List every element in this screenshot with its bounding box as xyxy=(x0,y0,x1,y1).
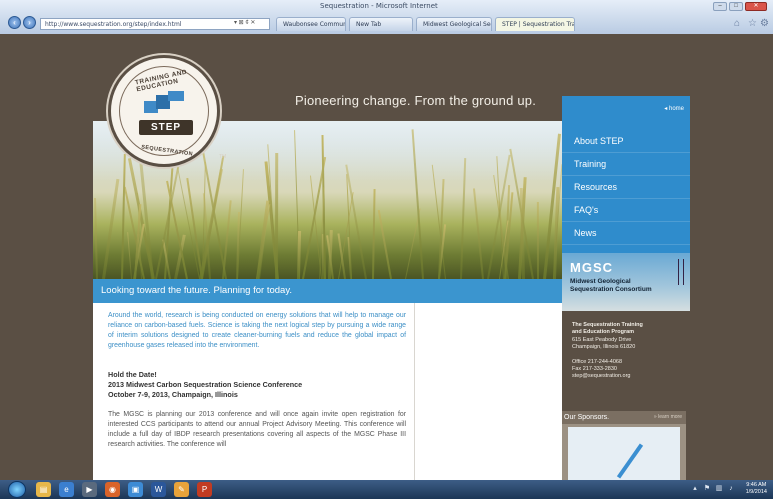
main-content: Around the world, research is being cond… xyxy=(93,303,562,480)
clock-date: 1/9/2014 xyxy=(745,489,767,495)
mgsc-subtitle-2: Sequestration Consortium xyxy=(570,286,652,293)
grass-blade xyxy=(127,232,133,279)
tab-strip: Waubonsee Community Colle... New Tab Mid… xyxy=(276,17,575,31)
nav-item-news[interactable]: News xyxy=(562,222,690,245)
sidebar-nav: ◂ home About STEP Training Resources FAQ… xyxy=(562,103,690,253)
sponsors-header: Our Sponsors. » learn more xyxy=(562,411,686,424)
tab-mgsc[interactable]: Midwest Geological Sequestrati... xyxy=(416,17,492,31)
conference-body: The MGSC is planning our 2013 conference… xyxy=(108,411,406,448)
mgsc-banner[interactable]: MGSC Midwest Geological Sequestration Co… xyxy=(562,253,690,311)
flag-icon[interactable]: ⚑ xyxy=(703,485,711,493)
firefox-icon[interactable]: ◉ xyxy=(105,482,120,497)
arrow-icon xyxy=(616,443,644,479)
clock[interactable]: 9:46 AM 1/9/2014 xyxy=(746,482,767,496)
logo-name: STEP xyxy=(139,120,193,135)
taskbar-icons: ▤ e ▶ ◉ ▣ W ✎ P xyxy=(36,482,212,497)
step-logo[interactable]: TRAINING AND EDUCATION STEP SEQUESTRATIO… xyxy=(108,55,226,167)
nav-buttons: ‹ › xyxy=(8,16,36,29)
grass-blade xyxy=(536,201,539,279)
address-tools[interactable]: ▾ ⊠ ¢ ✕ xyxy=(234,19,255,26)
drill-rig-icon xyxy=(678,259,684,285)
home-link[interactable]: ◂ home xyxy=(664,105,684,112)
gear-icon[interactable]: ⚙ xyxy=(760,18,771,29)
tray-arrow-icon[interactable]: ▴ xyxy=(691,485,699,493)
title-bar: Sequestration - Microsoft Internet – □ ✕ xyxy=(0,0,773,16)
browser-chrome: Sequestration - Microsoft Internet – □ ✕… xyxy=(0,0,773,34)
volume-icon[interactable]: ♪ xyxy=(727,485,735,493)
grass-blade xyxy=(256,200,270,279)
nav-item-resources[interactable]: Resources xyxy=(562,176,690,199)
sponsor-image[interactable] xyxy=(568,427,680,480)
address-line3: 615 East Peabody Drive xyxy=(572,336,632,343)
clock-time: 9:46 AM xyxy=(746,482,767,488)
close-button[interactable]: ✕ xyxy=(745,2,767,11)
conference-date: October 7-9, 2013, Champaign, Illinois xyxy=(108,390,238,399)
word-icon[interactable]: W xyxy=(151,482,166,497)
paint-icon[interactable]: ✎ xyxy=(174,482,189,497)
folder-icon[interactable]: ▤ xyxy=(36,482,51,497)
taskbar: ▤ e ▶ ◉ ▣ W ✎ P ▴ ⚑ ▥ ♪ 9:46 AM 1/9/2014 xyxy=(0,480,773,499)
fax-number: Fax 217-333-2830 xyxy=(572,366,617,373)
forward-arrow-icon[interactable]: › xyxy=(23,16,36,29)
mgsc-title: MGSC xyxy=(570,260,613,275)
hold-date-heading: Hold the Date! xyxy=(108,370,157,379)
home-link-label: home xyxy=(668,106,684,112)
start-button[interactable] xyxy=(8,481,26,498)
grass-blade xyxy=(222,200,232,279)
nav-item-about[interactable]: About STEP xyxy=(562,130,690,153)
tagline-banner: Looking toward the future. Planning for … xyxy=(93,279,562,303)
nav-item-training[interactable]: Training xyxy=(562,153,690,176)
grass-blade xyxy=(472,188,484,279)
ie-icon[interactable]: e xyxy=(59,482,74,497)
grass-blade xyxy=(372,188,376,279)
network-icon[interactable]: ▥ xyxy=(715,485,723,493)
grass-blade xyxy=(102,178,120,279)
contact-address: The Sequestration Training and Education… xyxy=(572,322,690,381)
remote-icon[interactable]: ▣ xyxy=(128,482,143,497)
address-line4: Champaign, Illinois 61820 xyxy=(572,344,636,351)
tab-new[interactable]: New Tab xyxy=(349,17,413,31)
address-line1: The Sequestration Training xyxy=(572,322,643,328)
minimize-button[interactable]: – xyxy=(713,2,727,11)
nav-item-faqs[interactable]: FAQ's xyxy=(562,199,690,222)
media-icon[interactable]: ▶ xyxy=(82,482,97,497)
email-link[interactable]: step@sequestration.org xyxy=(572,373,690,380)
sponsors-title: Our Sponsors. xyxy=(564,414,610,421)
office-phone: Office 217-244-4068 xyxy=(572,358,623,365)
address-line2: and Education Program xyxy=(572,329,635,336)
intro-paragraph: Around the world, research is being cond… xyxy=(108,312,406,349)
mgsc-subtitle-1: Midwest Geological xyxy=(570,278,631,285)
window-title: Sequestration - Microsoft Internet xyxy=(320,2,438,10)
grass-blade xyxy=(297,230,301,279)
tab-waubonsee[interactable]: Waubonsee Community Colle... xyxy=(276,17,346,31)
grass-blade xyxy=(377,209,392,279)
window-controls: – □ ✕ xyxy=(713,2,767,11)
conference-title: 2013 Midwest Carbon Sequestration Scienc… xyxy=(108,380,303,389)
sponsors-box: Our Sponsors. » learn more xyxy=(562,411,686,480)
powerpoint-icon[interactable]: P xyxy=(197,482,212,497)
content-column: Around the world, research is being cond… xyxy=(93,303,415,480)
tagline: Pioneering change. From the ground up. xyxy=(295,93,537,108)
nav-list: About STEP Training Resources FAQ's News xyxy=(562,130,690,245)
logo-mark-icon xyxy=(144,91,186,121)
learn-more-link[interactable]: » learn more xyxy=(654,411,682,424)
tab-step[interactable]: STEP | Sequestration Trainin... xyxy=(495,17,575,31)
logo-tm: TM xyxy=(219,154,227,160)
grass-blade xyxy=(94,197,99,279)
system-tray: ▴ ⚑ ▥ ♪ xyxy=(691,485,735,493)
mgsc-subtitle: Midwest Geological Sequestration Consort… xyxy=(570,278,652,294)
home-icon[interactable]: ⌂ xyxy=(734,18,745,29)
star-icon[interactable]: ☆ xyxy=(748,18,759,29)
back-arrow-icon[interactable]: ‹ xyxy=(8,16,21,29)
maximize-button[interactable]: □ xyxy=(729,2,743,11)
